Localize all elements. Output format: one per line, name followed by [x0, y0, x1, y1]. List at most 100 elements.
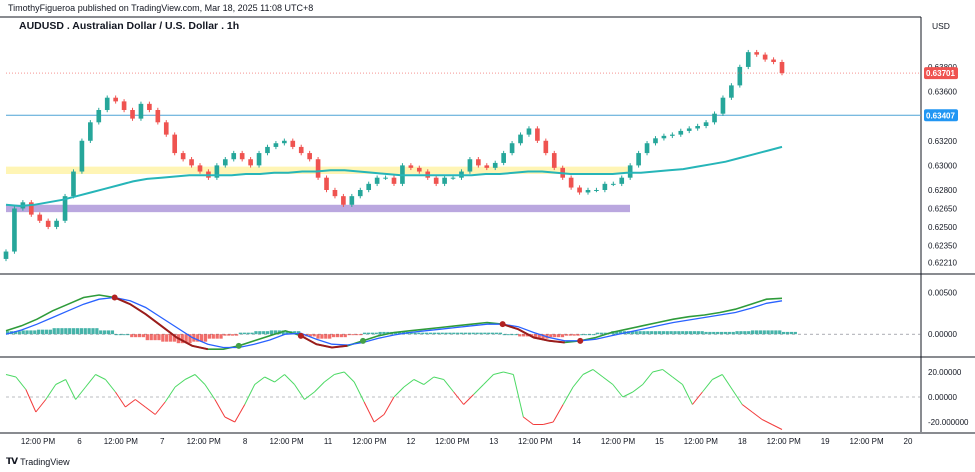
- footer-brand[interactable]: 𝗧𝗩 TradingView: [6, 456, 70, 467]
- price-tick-label: 0.62500: [928, 223, 957, 232]
- oscillator-segment: [662, 369, 673, 378]
- candle-body: [12, 208, 17, 252]
- time-tick-label: 12:00 PM: [352, 437, 387, 446]
- histogram-bar: [153, 334, 157, 341]
- candle-body: [408, 165, 414, 168]
- time-tick-label: 12:00 PM: [601, 437, 636, 446]
- oscillator-segment: [652, 369, 663, 373]
- candle-body: [341, 196, 346, 205]
- histogram-bar: [584, 334, 588, 336]
- candle-body: [96, 110, 102, 123]
- macd-cross-marker: [499, 321, 506, 328]
- oscillator-segment: [373, 414, 385, 423]
- candle-body: [543, 140, 549, 154]
- histogram-bar: [161, 334, 165, 342]
- histogram-bar: [642, 331, 646, 335]
- candle-body: [130, 110, 135, 119]
- chart-canvas[interactable]: 0.638000.636000.632000.630000.628000.626…: [0, 0, 975, 472]
- histogram-bar: [122, 334, 126, 336]
- time-tick-label: 12:00 PM: [21, 437, 56, 446]
- oscillator-segment: [284, 374, 295, 385]
- time-tick-label: 15: [655, 437, 664, 446]
- histogram-bar: [576, 334, 580, 336]
- time-tick-label: 12:00 PM: [104, 437, 139, 446]
- histogram-bar: [673, 331, 677, 335]
- oscillator-segment: [75, 386, 86, 400]
- osc-tick-label: 0.00000: [928, 393, 957, 402]
- histogram-bar: [677, 331, 681, 335]
- candle-body: [324, 177, 329, 190]
- histogram-bar: [262, 331, 266, 335]
- candle-body: [602, 183, 608, 190]
- oscillator-segment: [274, 374, 285, 383]
- candle-body: [686, 128, 692, 131]
- candle-body: [644, 143, 650, 154]
- candle-body: [442, 177, 447, 184]
- histogram-bar: [440, 332, 444, 335]
- macd-tick-label: 0.00500: [928, 289, 957, 298]
- candle-body: [189, 159, 194, 166]
- candle-body: [315, 159, 321, 178]
- oscillator-segment: [393, 386, 405, 398]
- candle-body: [265, 146, 270, 154]
- last-price-label: 0.63701: [926, 69, 955, 78]
- histogram-bar: [328, 334, 332, 339]
- histogram-bar: [731, 331, 735, 335]
- histogram-bar: [506, 334, 510, 336]
- histogram-bar: [452, 332, 456, 335]
- histogram-bar: [60, 328, 64, 335]
- oscillator-segment: [622, 391, 633, 398]
- candle-body: [610, 183, 616, 185]
- histogram-bar: [793, 331, 797, 335]
- time-tick-label: 12:00 PM: [269, 437, 304, 446]
- oscillator-segment: [423, 376, 435, 385]
- histogram-bar: [320, 334, 324, 339]
- candle-body: [180, 153, 186, 160]
- oscillator-segment: [234, 404, 246, 423]
- candle-body: [712, 113, 717, 123]
- candle-body: [433, 177, 439, 184]
- candle-body: [703, 122, 709, 126]
- oscillator-segment: [572, 374, 584, 388]
- histogram-bar: [588, 334, 592, 336]
- candle-body: [771, 59, 776, 62]
- histogram-bar: [491, 332, 495, 335]
- histogram-bar: [269, 330, 274, 335]
- candle-body: [518, 134, 523, 144]
- candle-body: [37, 214, 43, 221]
- histogram-bar: [572, 334, 576, 336]
- oscillator-segment: [602, 376, 614, 385]
- histogram-bar: [766, 330, 770, 335]
- histogram-bar: [211, 334, 215, 339]
- candle-body: [138, 103, 144, 119]
- histogram-bar: [231, 334, 235, 336]
- price-tick-label: 0.62650: [928, 204, 957, 213]
- histogram-bar: [258, 331, 262, 335]
- histogram-bar: [747, 331, 751, 335]
- time-tick-label: 14: [572, 437, 581, 446]
- histogram-bar: [52, 328, 56, 335]
- candle-body: [231, 153, 237, 160]
- candle-body: [501, 153, 506, 163]
- histogram-bar: [692, 331, 697, 335]
- histogram-bar: [130, 334, 134, 338]
- macd-cross-marker: [359, 337, 366, 344]
- histogram-bar: [510, 334, 514, 336]
- histogram-bar: [33, 330, 37, 335]
- histogram-bar: [681, 331, 685, 335]
- candle-body: [627, 165, 633, 178]
- histogram-bar: [335, 334, 340, 338]
- oscillator-segment: [55, 379, 66, 385]
- histogram-bar: [324, 334, 328, 339]
- histogram-bar: [141, 334, 146, 338]
- histogram-bar: [254, 331, 258, 335]
- macd-cross-marker: [577, 337, 584, 344]
- histogram-bar: [145, 334, 149, 341]
- level-price-label: 0.63407: [926, 111, 955, 120]
- histogram-bar: [312, 334, 316, 337]
- histogram-bar: [634, 331, 638, 335]
- histogram-bar: [785, 331, 790, 335]
- oscillator-segment: [721, 374, 733, 390]
- histogram-bar: [79, 328, 83, 335]
- oscillator-segment: [15, 376, 27, 390]
